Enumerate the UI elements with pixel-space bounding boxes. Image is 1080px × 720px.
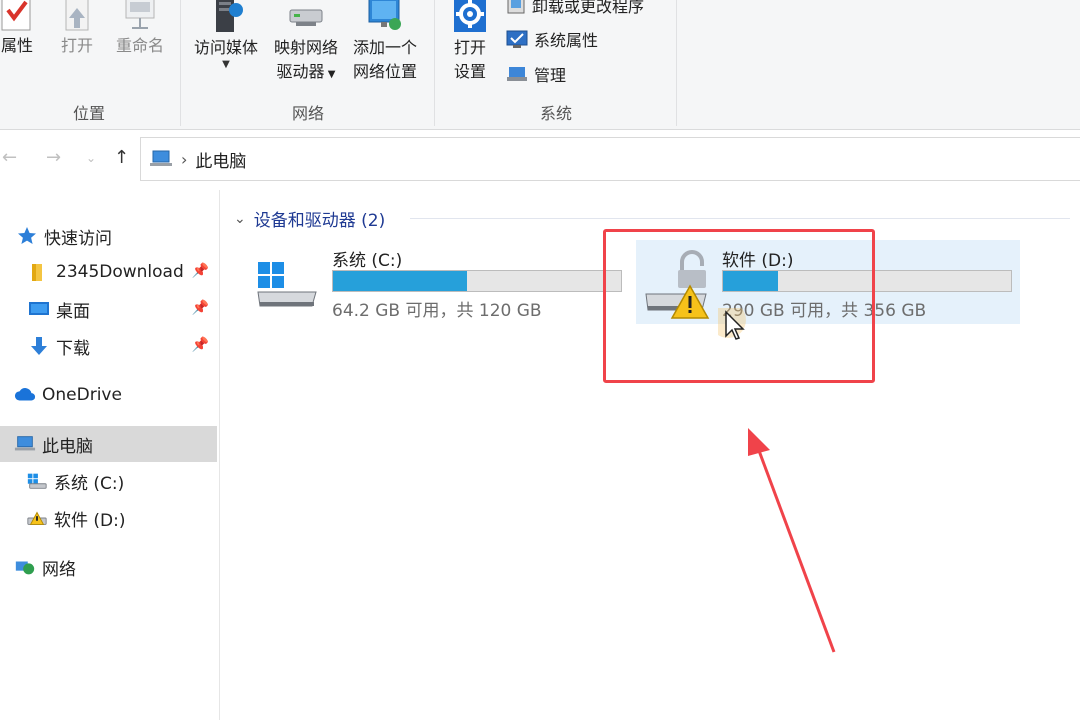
ribbon-divider (180, 0, 181, 126)
drive-usage-bar (722, 270, 1012, 292)
windows-drive-icon (257, 262, 317, 307)
this-pc-icon (150, 150, 172, 166)
location-group-label: 位置 (72, 104, 105, 123)
breadcrumb-separator-icon[interactable]: › (181, 150, 187, 169)
network-group-label: 网络 (291, 104, 324, 123)
locked-drive-warning-icon (645, 250, 710, 319)
sidebar-item-desktop[interactable]: 桌面 📌 (0, 291, 217, 327)
access-media-button[interactable]: 访问媒体 ▼ (186, 0, 266, 70)
sidebar-item-this-pc[interactable]: 此电脑 (0, 426, 217, 462)
navigation-pane: 快速访问 2345Download 📌 桌面 📌 下载 📌 OneDrive 此… (0, 190, 220, 720)
download-icon (28, 335, 50, 357)
header-divider (410, 218, 1070, 219)
pin-icon[interactable]: 📌 (192, 263, 209, 279)
map-network-drive-button[interactable]: 映射网络 驱动器 ▼ (268, 0, 344, 87)
back-arrow-icon[interactable]: ← (2, 147, 17, 168)
devices-and-drives-header[interactable]: ⌄ 设备和驱动器 (2) (234, 206, 385, 232)
chevron-down-icon[interactable]: ⌄ (234, 211, 246, 227)
rename-icon (125, 0, 155, 29)
rename-button[interactable]: 重命名 (108, 0, 172, 58)
desktop-icon (28, 298, 50, 320)
sidebar-item-drive-c[interactable]: 系统 (C:) (0, 463, 217, 499)
address-bar[interactable]: › 此电脑 (140, 137, 1080, 181)
content-pane: ⌄ 设备和驱动器 (2) 系统 (C:) 64.2 GB 可用，共 120 GB (222, 190, 1080, 720)
settings-gear-icon (454, 0, 486, 32)
dropdown-arrow-icon: ▼ (324, 69, 336, 80)
properties-icon (1, 0, 31, 31)
drive-usage-bar (332, 270, 622, 292)
drive-usage-fill (333, 271, 467, 291)
sidebar-item-2345download[interactable]: 2345Download 📌 (0, 254, 217, 290)
sidebar-item-quick-access[interactable]: 快速访问 (0, 218, 217, 254)
warning-drive-icon (26, 507, 48, 529)
ribbon-divider (434, 0, 435, 126)
manage-button[interactable]: 管理 (506, 61, 566, 87)
properties-button[interactable]: 属性 (0, 0, 40, 58)
system-properties-button[interactable]: 系统属性 (506, 26, 598, 52)
drive-space-info: 64.2 GB 可用，共 120 GB (332, 301, 542, 321)
open-icon (65, 0, 89, 31)
network-drive-icon (289, 9, 323, 26)
ribbon-divider (676, 0, 677, 126)
sidebar-item-onedrive[interactable]: OneDrive (0, 377, 217, 413)
system-properties-icon (506, 30, 528, 48)
media-server-icon (216, 0, 243, 32)
star-icon (16, 225, 38, 247)
drive-tile-d[interactable]: 软件 (D:) 290 GB 可用，共 356 GB (636, 240, 1020, 324)
breadcrumb-this-pc[interactable]: 此电脑 (195, 147, 246, 172)
folder-icon (28, 261, 50, 283)
ribbon: 属性 打开 重命名 位置 访问媒体 ▼ 映射网络 驱动器 ▼ 添加一个 网络位置… (0, 0, 1080, 130)
dropdown-arrow-icon: ▼ (222, 59, 230, 70)
sidebar-item-network[interactable]: 网络 (0, 549, 217, 585)
ribbon-group-system: 打开 设置 卸载或更改程序 系统属性 管理 系统 (436, 0, 676, 130)
pin-icon[interactable]: 📌 (192, 300, 209, 316)
sidebar-item-downloads[interactable]: 下载 📌 (0, 328, 217, 364)
monitor-globe-icon (368, 0, 401, 30)
add-network-location-button[interactable]: 添加一个 网络位置 (346, 0, 424, 84)
ribbon-group-network: 访问媒体 ▼ 映射网络 驱动器 ▼ 添加一个 网络位置 网络 (182, 0, 434, 130)
forward-arrow-icon[interactable]: → (46, 147, 61, 168)
file-explorer-window: 属性 打开 重命名 位置 访问媒体 ▼ 映射网络 驱动器 ▼ 添加一个 网络位置… (0, 0, 1080, 720)
ribbon-group-location: 属性 打开 重命名 位置 (0, 0, 178, 130)
computer-manage-icon (507, 67, 527, 81)
system-group-label: 系统 (539, 104, 572, 123)
uninstall-icon (507, 0, 525, 14)
drive-name: 系统 (C:) (332, 251, 403, 271)
up-arrow-icon[interactable]: ↑ (114, 147, 129, 168)
this-pc-icon (14, 433, 36, 455)
drive-name: 软件 (D:) (722, 251, 794, 271)
recent-locations-chevron-icon[interactable]: ⌄ (86, 151, 96, 165)
open-settings-button[interactable]: 打开 设置 (440, 0, 500, 84)
windows-drive-icon (26, 470, 48, 492)
sidebar-item-drive-d[interactable]: 软件 (D:) (0, 500, 217, 536)
uninstall-programs-button[interactable]: 卸载或更改程序 (506, 0, 644, 18)
pin-icon[interactable]: 📌 (192, 337, 209, 353)
open-button[interactable]: 打开 (54, 0, 100, 58)
drive-tile-c[interactable]: 系统 (C:) 64.2 GB 可用，共 120 GB (248, 240, 628, 324)
network-icon (14, 556, 36, 578)
navigation-bar: ← → ⌄ ↑ › 此电脑 (0, 131, 1080, 187)
drive-space-info: 290 GB 可用，共 356 GB (722, 301, 927, 321)
cloud-icon (14, 384, 36, 406)
drive-usage-fill (723, 271, 778, 291)
